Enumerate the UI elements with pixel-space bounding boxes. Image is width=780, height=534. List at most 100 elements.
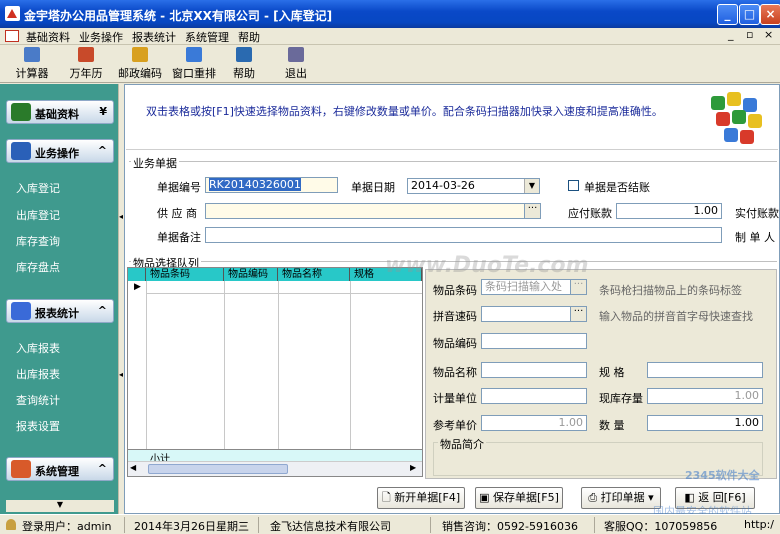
barcode-tip: 条码枪扫描物品上的条码标签 (599, 284, 742, 297)
app-icon (5, 6, 20, 21)
mdi-child-icon[interactable] (5, 30, 19, 42)
mdi-minimize-button[interactable]: _ (728, 28, 734, 41)
sidebar-item-stock-in-report[interactable]: 入库报表 (16, 340, 60, 356)
item-code-label: 物品编码 (433, 337, 477, 350)
status-qq: 客服QQ：107059856 (604, 520, 718, 533)
chevron-up-icon: ^ (97, 304, 107, 317)
status-bar: 登录用户：admin 2014年3月26日星期三 金飞达信息技术有限公司 销售咨… (0, 514, 780, 534)
pinyin-input[interactable]: ··· (481, 306, 587, 322)
price-label: 参考单价 (433, 419, 477, 432)
sidebar-item-stock-in[interactable]: 入库登记 (16, 180, 60, 196)
print-voucher-button[interactable]: ⎙ 打印单据 ▾ (581, 487, 661, 509)
exit-button[interactable]: 退出 (280, 47, 312, 81)
column-header[interactable]: 物品编码 (224, 268, 278, 281)
maximize-button[interactable]: □ (739, 4, 760, 25)
scroll-left-icon[interactable]: ◀ (130, 463, 136, 472)
watermark: 2345软件大全 (685, 469, 760, 482)
spec-field[interactable] (647, 362, 763, 378)
user-icon (6, 519, 16, 530)
column-header[interactable]: 物品名称 (278, 268, 350, 281)
sidebar-group-basic-data[interactable]: 基础资料 ¥ (6, 100, 114, 124)
sidebar-item-report-settings[interactable]: 报表设置 (16, 418, 60, 434)
scroll-right-icon[interactable]: ▶ (410, 463, 416, 472)
remark-field[interactable] (205, 227, 722, 243)
status-sales: 销售咨询：0592-5916036 (442, 520, 578, 533)
supplier-field[interactable]: ··· (205, 203, 541, 219)
ellipsis-button[interactable]: ··· (570, 307, 586, 321)
mdi-close-button[interactable]: × (764, 28, 773, 41)
watermark: www.DuoTe.com (385, 253, 589, 278)
calculator-button[interactable]: 计算器 (12, 47, 52, 81)
save-voucher-button[interactable]: ▣ 保存单据[F5] (475, 487, 563, 509)
business-icon (11, 142, 31, 160)
hint-text: 双击表格或按[F1]快速选择物品资料，右键修改数量或单价。配合条码扫描器加快录入… (146, 105, 663, 118)
ellipsis-button[interactable]: ··· (524, 204, 540, 218)
barcode-input[interactable]: 条码扫描输入处 ··· (481, 279, 587, 295)
table-row[interactable] (146, 281, 422, 294)
help-button[interactable]: 帮助 (228, 47, 260, 81)
title-bar[interactable]: 金宇塔办公用品管理系统 - 北京XX有限公司 - [入库登记] _ □ × (0, 0, 780, 28)
menu-bar: 基础资料 业务操作 报表统计 系统管理 帮助 _ ▫ × (0, 28, 780, 45)
report-items: 入库报表 出库报表 查询统计 报表设置 (6, 324, 114, 444)
spec-label: 规 格 (599, 366, 625, 379)
toolbar: 计算器 万年历 邮政编码 窗口重排 帮助 退出 (0, 45, 780, 83)
item-name-field[interactable] (481, 362, 587, 378)
calculator-icon (24, 47, 40, 62)
barcode-label: 物品条码 (433, 284, 477, 297)
sidebar-group-reports[interactable]: 报表统计 ^ (6, 299, 114, 323)
sidebar-item-query-stats[interactable]: 查询统计 (16, 392, 60, 408)
mdi-restore-button[interactable]: ▫ (746, 28, 753, 41)
dropdown-arrow-icon[interactable]: ▼ (524, 179, 539, 193)
item-code-field[interactable] (481, 333, 587, 349)
price-field[interactable]: 1.00 (481, 415, 587, 431)
scroll-thumb[interactable] (148, 464, 288, 474)
sidebar-group-system[interactable]: 系统管理 ^ (6, 457, 114, 481)
column-header[interactable]: 物品条码 (146, 268, 224, 281)
menu-basic-data[interactable]: 基础资料 (26, 29, 70, 45)
sidebar-item-stock-out-report[interactable]: 出库报表 (16, 366, 60, 382)
ellipsis-button[interactable]: ··· (570, 280, 586, 294)
sidebar-item-stocktake[interactable]: 库存盘点 (16, 259, 60, 275)
unit-label: 计量单位 (433, 392, 477, 405)
remark-label: 单据备注 (157, 231, 201, 244)
menu-reports[interactable]: 报表统计 (132, 29, 176, 45)
qty-field[interactable]: 1.00 (647, 415, 763, 431)
sidebar-group-business[interactable]: 业务操作 ^ (6, 139, 114, 163)
stock-label: 现库存量 (599, 392, 643, 405)
minimize-button[interactable]: _ (717, 4, 738, 25)
document-icon: 🗋 (381, 491, 395, 504)
status-url[interactable]: http:/ (744, 518, 774, 531)
payable-field[interactable]: 1.00 (616, 203, 722, 219)
item-name-label: 物品名称 (433, 366, 477, 379)
status-user: 登录用户：admin (22, 520, 112, 533)
new-voucher-button[interactable]: 🗋 新开单据[F4] (377, 487, 465, 509)
calendar-button[interactable]: 万年历 (66, 47, 106, 81)
help-book-icon (236, 47, 252, 62)
menu-business[interactable]: 业务操作 (79, 29, 123, 45)
sidebar-item-stock-out[interactable]: 出库登记 (16, 207, 60, 223)
menu-help[interactable]: 帮助 (238, 29, 260, 45)
windows-icon (186, 47, 202, 62)
close-button[interactable]: × (760, 4, 780, 25)
stock-field[interactable]: 1.00 (647, 388, 763, 404)
chevron-up-icon: ^ (97, 144, 107, 157)
items-grid[interactable]: 物品条码 物品编码 物品名称 规格 ▶ 小计 ◀ ▶ (127, 267, 423, 477)
voucher-no-field[interactable]: RK20140326001 (205, 177, 338, 193)
settled-checkbox[interactable] (568, 180, 579, 191)
sidebar-item-stock-query[interactable]: 库存查询 (16, 233, 60, 249)
puzzle-icon (11, 103, 31, 121)
stock-in-form: 双击表格或按[F1]快速选择物品资料，右键修改数量或单价。配合条码扫描器加快录入… (124, 84, 780, 518)
grid-footer: 小计 (128, 449, 422, 465)
window-arrange-button[interactable]: 窗口重排 (170, 47, 218, 81)
menu-system[interactable]: 系统管理 (185, 29, 229, 45)
report-icon (11, 302, 31, 320)
voucher-date-picker[interactable]: 2014-03-26 ▼ (407, 178, 540, 194)
envelope-icon (132, 47, 148, 62)
horizontal-scrollbar[interactable]: ◀ ▶ (128, 461, 422, 476)
unit-field[interactable] (481, 388, 587, 404)
sidebar-scroll-down[interactable]: ▼ (6, 500, 114, 512)
paid-label: 实付账款 (735, 207, 779, 220)
postcode-button[interactable]: 邮政编码 (116, 47, 164, 81)
voucher-no-label: 单据编号 (157, 181, 201, 194)
supplier-label: 供 应 商 (157, 207, 197, 220)
